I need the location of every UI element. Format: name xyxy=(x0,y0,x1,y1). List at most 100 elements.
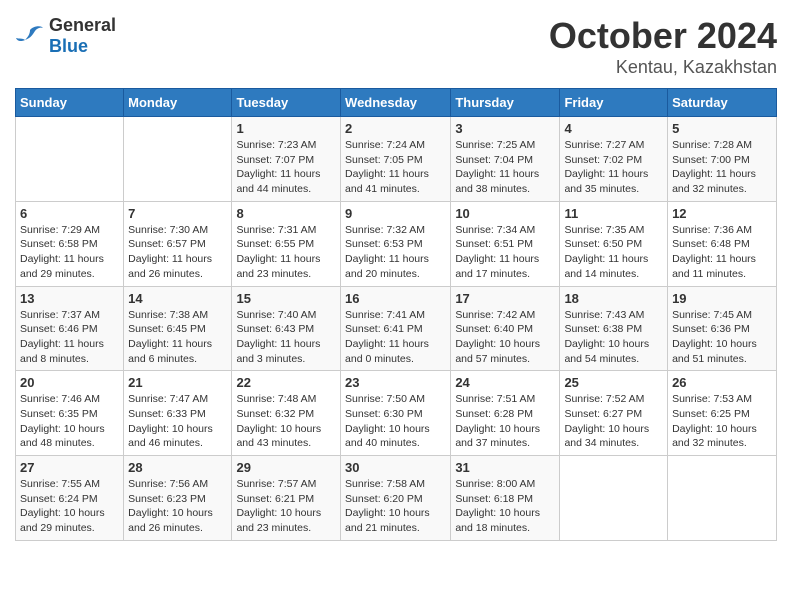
day-info: Sunrise: 7:52 AM Sunset: 6:27 PM Dayligh… xyxy=(564,392,663,451)
day-number: 28 xyxy=(128,460,227,475)
day-info: Sunrise: 7:31 AM Sunset: 6:55 PM Dayligh… xyxy=(236,223,336,282)
calendar-cell: 29 Sunrise: 7:57 AM Sunset: 6:21 PM Dayli… xyxy=(232,456,341,541)
calendar-week-row: 20 Sunrise: 7:46 AM Sunset: 6:35 PM Dayli… xyxy=(16,371,777,456)
calendar-cell: 25 Sunrise: 7:52 AM Sunset: 6:27 PM Dayli… xyxy=(560,371,668,456)
day-number: 29 xyxy=(236,460,336,475)
calendar-cell: 2 Sunrise: 7:24 AM Sunset: 7:05 PM Daylig… xyxy=(341,117,451,202)
day-number: 5 xyxy=(672,121,772,136)
header: General Blue October 2024 Kentau, Kazakh… xyxy=(15,15,777,78)
calendar-cell xyxy=(124,117,232,202)
day-info: Sunrise: 7:35 AM Sunset: 6:50 PM Dayligh… xyxy=(564,223,663,282)
calendar-cell: 28 Sunrise: 7:56 AM Sunset: 6:23 PM Dayli… xyxy=(124,456,232,541)
day-info: Sunrise: 7:46 AM Sunset: 6:35 PM Dayligh… xyxy=(20,392,119,451)
calendar-cell: 13 Sunrise: 7:37 AM Sunset: 6:46 PM Dayli… xyxy=(16,286,124,371)
day-number: 18 xyxy=(564,291,663,306)
day-info: Sunrise: 7:37 AM Sunset: 6:46 PM Dayligh… xyxy=(20,308,119,367)
day-info: Sunrise: 7:53 AM Sunset: 6:25 PM Dayligh… xyxy=(672,392,772,451)
day-info: Sunrise: 7:38 AM Sunset: 6:45 PM Dayligh… xyxy=(128,308,227,367)
day-number: 25 xyxy=(564,375,663,390)
column-header-thursday: Thursday xyxy=(451,89,560,117)
column-header-friday: Friday xyxy=(560,89,668,117)
day-number: 2 xyxy=(345,121,446,136)
day-number: 11 xyxy=(564,206,663,221)
logo-general: General xyxy=(49,15,116,35)
day-info: Sunrise: 8:00 AM Sunset: 6:18 PM Dayligh… xyxy=(455,477,555,536)
day-number: 16 xyxy=(345,291,446,306)
calendar-cell: 19 Sunrise: 7:45 AM Sunset: 6:36 PM Dayli… xyxy=(668,286,777,371)
day-info: Sunrise: 7:50 AM Sunset: 6:30 PM Dayligh… xyxy=(345,392,446,451)
day-number: 26 xyxy=(672,375,772,390)
day-info: Sunrise: 7:56 AM Sunset: 6:23 PM Dayligh… xyxy=(128,477,227,536)
calendar-cell: 18Sunrise: 7:43 AM Sunset: 6:38 PM Dayli… xyxy=(560,286,668,371)
logo-bird-icon xyxy=(15,24,45,48)
day-number: 24 xyxy=(455,375,555,390)
day-info: Sunrise: 7:45 AM Sunset: 6:36 PM Dayligh… xyxy=(672,308,772,367)
day-number: 20 xyxy=(20,375,119,390)
month-title: October 2024 xyxy=(549,15,777,57)
day-number: 6 xyxy=(20,206,119,221)
day-info: Sunrise: 7:57 AM Sunset: 6:21 PM Dayligh… xyxy=(236,477,336,536)
day-number: 17 xyxy=(455,291,555,306)
day-number: 23 xyxy=(345,375,446,390)
logo-text: General Blue xyxy=(49,15,116,57)
calendar-cell: 4Sunrise: 7:27 AM Sunset: 7:02 PM Daylig… xyxy=(560,117,668,202)
day-info: Sunrise: 7:24 AM Sunset: 7:05 PM Dayligh… xyxy=(345,138,446,197)
calendar-cell xyxy=(560,456,668,541)
calendar-cell: 23 Sunrise: 7:50 AM Sunset: 6:30 PM Dayli… xyxy=(341,371,451,456)
day-number: 9 xyxy=(345,206,446,221)
calendar-week-row: 6 Sunrise: 7:29 AM Sunset: 6:58 PM Daylig… xyxy=(16,201,777,286)
logo: General Blue xyxy=(15,15,116,57)
day-info: Sunrise: 7:48 AM Sunset: 6:32 PM Dayligh… xyxy=(236,392,336,451)
calendar-cell: 10 Sunrise: 7:34 AM Sunset: 6:51 PM Dayli… xyxy=(451,201,560,286)
day-number: 7 xyxy=(128,206,227,221)
day-info: Sunrise: 7:32 AM Sunset: 6:53 PM Dayligh… xyxy=(345,223,446,282)
day-number: 10 xyxy=(455,206,555,221)
location-title: Kentau, Kazakhstan xyxy=(549,57,777,78)
calendar-table: SundayMondayTuesdayWednesdayThursdayFrid… xyxy=(15,88,777,541)
day-info: Sunrise: 7:40 AM Sunset: 6:43 PM Dayligh… xyxy=(236,308,336,367)
column-header-sunday: Sunday xyxy=(16,89,124,117)
column-header-saturday: Saturday xyxy=(668,89,777,117)
day-info: Sunrise: 7:47 AM Sunset: 6:33 PM Dayligh… xyxy=(128,392,227,451)
day-info: Sunrise: 7:29 AM Sunset: 6:58 PM Dayligh… xyxy=(20,223,119,282)
calendar-cell: 22 Sunrise: 7:48 AM Sunset: 6:32 PM Dayli… xyxy=(232,371,341,456)
day-number: 31 xyxy=(455,460,555,475)
calendar-cell: 3 Sunrise: 7:25 AM Sunset: 7:04 PM Daylig… xyxy=(451,117,560,202)
logo-blue: Blue xyxy=(49,36,88,56)
day-number: 4 xyxy=(564,121,663,136)
calendar-cell: 24 Sunrise: 7:51 AM Sunset: 6:28 PM Dayli… xyxy=(451,371,560,456)
calendar-cell xyxy=(16,117,124,202)
calendar-cell: 6 Sunrise: 7:29 AM Sunset: 6:58 PM Daylig… xyxy=(16,201,124,286)
calendar-cell: 8 Sunrise: 7:31 AM Sunset: 6:55 PM Daylig… xyxy=(232,201,341,286)
day-number: 14 xyxy=(128,291,227,306)
calendar-cell: 15 Sunrise: 7:40 AM Sunset: 6:43 PM Dayli… xyxy=(232,286,341,371)
day-number: 8 xyxy=(236,206,336,221)
calendar-cell: 7Sunrise: 7:30 AM Sunset: 6:57 PM Daylig… xyxy=(124,201,232,286)
day-info: Sunrise: 7:25 AM Sunset: 7:04 PM Dayligh… xyxy=(455,138,555,197)
day-number: 12 xyxy=(672,206,772,221)
day-number: 19 xyxy=(672,291,772,306)
day-info: Sunrise: 7:51 AM Sunset: 6:28 PM Dayligh… xyxy=(455,392,555,451)
day-number: 22 xyxy=(236,375,336,390)
calendar-cell: 30 Sunrise: 7:58 AM Sunset: 6:20 PM Dayli… xyxy=(341,456,451,541)
day-info: Sunrise: 7:42 AM Sunset: 6:40 PM Dayligh… xyxy=(455,308,555,367)
title-section: October 2024 Kentau, Kazakhstan xyxy=(549,15,777,78)
calendar-cell: 17 Sunrise: 7:42 AM Sunset: 6:40 PM Dayli… xyxy=(451,286,560,371)
calendar-cell: 31 Sunrise: 8:00 AM Sunset: 6:18 PM Dayli… xyxy=(451,456,560,541)
day-info: Sunrise: 7:34 AM Sunset: 6:51 PM Dayligh… xyxy=(455,223,555,282)
calendar-week-row: 1Sunrise: 7:23 AM Sunset: 7:07 PM Daylig… xyxy=(16,117,777,202)
day-number: 3 xyxy=(455,121,555,136)
calendar-header-row: SundayMondayTuesdayWednesdayThursdayFrid… xyxy=(16,89,777,117)
day-info: Sunrise: 7:55 AM Sunset: 6:24 PM Dayligh… xyxy=(20,477,119,536)
day-number: 15 xyxy=(236,291,336,306)
day-number: 30 xyxy=(345,460,446,475)
calendar-body: 1Sunrise: 7:23 AM Sunset: 7:07 PM Daylig… xyxy=(16,117,777,541)
day-number: 13 xyxy=(20,291,119,306)
day-info: Sunrise: 7:41 AM Sunset: 6:41 PM Dayligh… xyxy=(345,308,446,367)
column-header-wednesday: Wednesday xyxy=(341,89,451,117)
calendar-cell: 20 Sunrise: 7:46 AM Sunset: 6:35 PM Dayli… xyxy=(16,371,124,456)
calendar-cell: 21Sunrise: 7:47 AM Sunset: 6:33 PM Dayli… xyxy=(124,371,232,456)
day-info: Sunrise: 7:58 AM Sunset: 6:20 PM Dayligh… xyxy=(345,477,446,536)
day-number: 27 xyxy=(20,460,119,475)
calendar-cell: 12Sunrise: 7:36 AM Sunset: 6:48 PM Dayli… xyxy=(668,201,777,286)
